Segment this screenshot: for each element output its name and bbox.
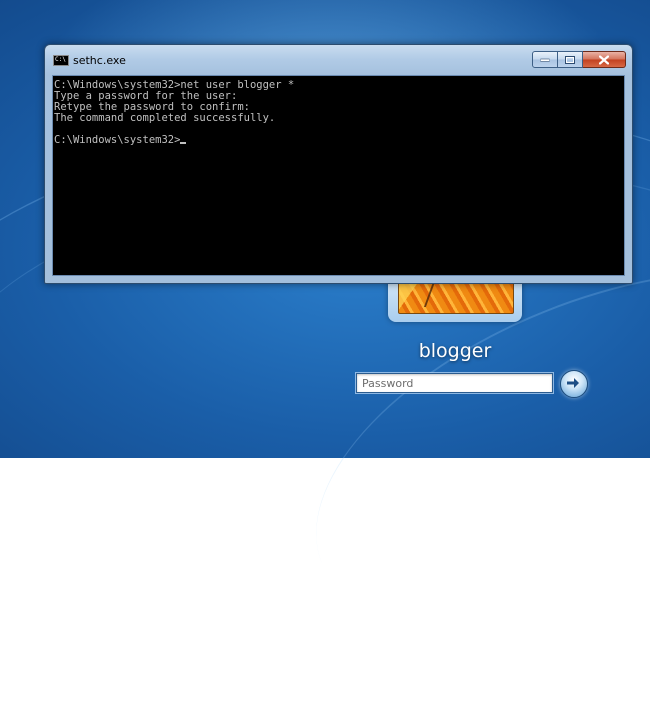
console-text: C:\Windows\system32>net user blogger * Ty… <box>54 80 294 146</box>
maximize-icon <box>565 55 575 64</box>
password-input[interactable] <box>356 373 553 393</box>
console-output[interactable]: C:\Windows\system32>net user blogger * Ty… <box>52 75 625 276</box>
maximize-button[interactable] <box>558 51 583 68</box>
close-icon <box>599 55 609 64</box>
console-window[interactable]: C:\ sethc.exe C:\Windows\system32>net us… <box>44 44 633 284</box>
minimize-icon <box>540 58 550 62</box>
text-cursor <box>180 142 187 144</box>
submit-button[interactable] <box>560 370 588 398</box>
console-line: The command completed successfully. <box>54 112 276 124</box>
title-bar[interactable]: C:\ sethc.exe <box>45 45 632 75</box>
console-prompt-line: C:\Windows\system32> <box>54 135 294 146</box>
console-prompt: C:\Windows\system32> <box>54 134 181 146</box>
arrow-right-icon <box>567 378 579 388</box>
window-title: sethc.exe <box>73 54 126 67</box>
caption-buttons <box>532 51 626 68</box>
close-button[interactable] <box>583 51 626 68</box>
username-label: blogger <box>418 340 492 362</box>
console-icon: C:\ <box>53 55 69 66</box>
minimize-button[interactable] <box>532 51 558 68</box>
